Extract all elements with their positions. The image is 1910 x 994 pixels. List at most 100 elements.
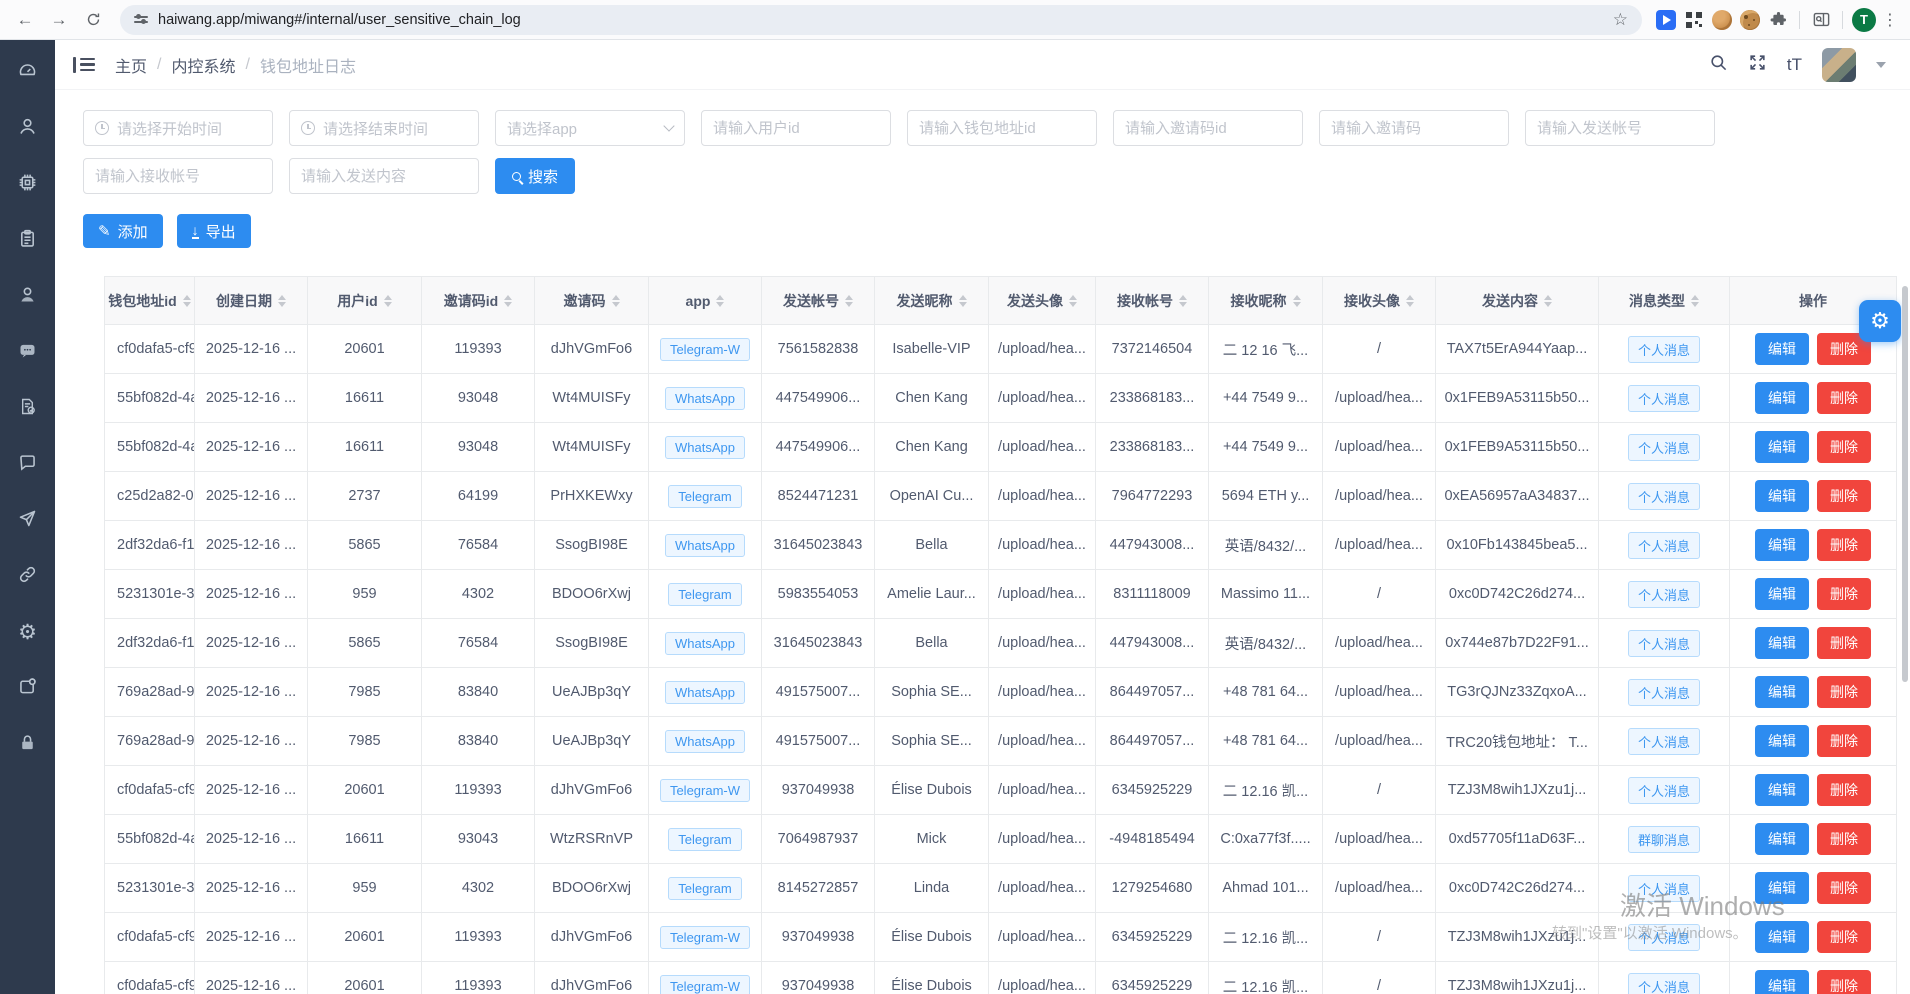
- start-time-input[interactable]: 请选择开始时间: [83, 110, 273, 146]
- sort-icon[interactable]: [716, 295, 724, 307]
- column-header-recv-account[interactable]: 接收帐号: [1096, 277, 1209, 325]
- recv-account-field[interactable]: [83, 158, 273, 194]
- end-time-input[interactable]: 请选择结束时间: [289, 110, 479, 146]
- sidebar-item-doc-check[interactable]: [0, 381, 55, 437]
- user-avatar[interactable]: [1822, 48, 1856, 82]
- edit-button[interactable]: 编辑: [1755, 529, 1809, 561]
- url-text[interactable]: haiwang.app/miwang#/internal/user_sensit…: [158, 12, 1603, 28]
- column-header-send-account[interactable]: 发送帐号: [762, 277, 875, 325]
- sort-icon[interactable]: [1293, 295, 1301, 307]
- search-button[interactable]: 搜索: [495, 158, 575, 194]
- edit-button[interactable]: 编辑: [1755, 872, 1809, 904]
- sort-icon[interactable]: [959, 295, 967, 307]
- sort-icon[interactable]: [1691, 295, 1699, 307]
- column-header-invite-code[interactable]: 邀请码: [535, 277, 649, 325]
- add-button[interactable]: ✎ 添加: [83, 214, 163, 248]
- delete-button[interactable]: 删除: [1817, 872, 1871, 904]
- sidebar-item-chat-dots[interactable]: [0, 325, 55, 381]
- delete-button[interactable]: 删除: [1817, 431, 1871, 463]
- wallet-id-input[interactable]: [919, 120, 1085, 137]
- column-header-send-avatar[interactable]: 发送头像: [989, 277, 1096, 325]
- invite-id-input[interactable]: [1125, 120, 1291, 137]
- column-settings-button[interactable]: ⚙: [1859, 300, 1901, 342]
- delete-button[interactable]: 删除: [1817, 725, 1871, 757]
- edit-button[interactable]: 编辑: [1755, 627, 1809, 659]
- invite-id-field[interactable]: [1113, 110, 1303, 146]
- delete-button[interactable]: 删除: [1817, 921, 1871, 953]
- sort-icon[interactable]: [1406, 295, 1414, 307]
- sidebar-item-gear[interactable]: ⚙: [0, 605, 55, 661]
- delete-button[interactable]: 删除: [1817, 774, 1871, 806]
- sort-icon[interactable]: [504, 295, 512, 307]
- sidebar-item-send[interactable]: [0, 493, 55, 549]
- back-icon[interactable]: ←: [10, 5, 40, 35]
- user-id-input[interactable]: [713, 120, 879, 137]
- sidebar-item-lock[interactable]: [0, 717, 55, 773]
- wallet-id-field[interactable]: [907, 110, 1097, 146]
- chevron-down-icon[interactable]: [1876, 62, 1886, 68]
- edit-button[interactable]: 编辑: [1755, 725, 1809, 757]
- column-header-app[interactable]: app: [649, 277, 762, 325]
- sidebar-item-dashboard[interactable]: [0, 45, 55, 101]
- delete-button[interactable]: 删除: [1817, 823, 1871, 855]
- edit-button[interactable]: 编辑: [1755, 480, 1809, 512]
- export-button[interactable]: ↓ 导出: [177, 214, 251, 248]
- menu-kebab-icon[interactable]: ⋮: [1880, 10, 1900, 30]
- sort-icon[interactable]: [612, 295, 620, 307]
- bookmark-star-icon[interactable]: ☆: [1613, 10, 1628, 30]
- delete-button[interactable]: 删除: [1817, 529, 1871, 561]
- potato-extension-icon[interactable]: [1710, 8, 1734, 32]
- edit-button[interactable]: 编辑: [1755, 921, 1809, 953]
- delete-button[interactable]: 删除: [1817, 578, 1871, 610]
- delete-button[interactable]: 删除: [1817, 382, 1871, 414]
- fullscreen-icon[interactable]: [1748, 53, 1767, 77]
- sort-icon[interactable]: [384, 295, 392, 307]
- sort-icon[interactable]: [845, 295, 853, 307]
- sidebar-item-chip[interactable]: [0, 157, 55, 213]
- sidebar-item-agent[interactable]: [0, 269, 55, 325]
- column-header-recv-nickname[interactable]: 接收昵称: [1209, 277, 1323, 325]
- sort-icon[interactable]: [1069, 295, 1077, 307]
- delete-button[interactable]: 删除: [1817, 480, 1871, 512]
- column-header-send-nickname[interactable]: 发送昵称: [875, 277, 989, 325]
- invite-code-field[interactable]: [1319, 110, 1509, 146]
- column-header-msg-type[interactable]: 消息类型: [1599, 277, 1730, 325]
- qr-extension-icon[interactable]: [1682, 8, 1706, 32]
- sort-icon[interactable]: [1179, 295, 1187, 307]
- app-select[interactable]: 请选择app: [495, 110, 685, 146]
- url-bar[interactable]: haiwang.app/miwang#/internal/user_sensit…: [120, 5, 1642, 35]
- send-account-input[interactable]: [1537, 120, 1703, 137]
- vertical-scrollbar[interactable]: [1902, 286, 1908, 682]
- forward-icon[interactable]: →: [44, 5, 74, 35]
- edit-button[interactable]: 编辑: [1755, 431, 1809, 463]
- sort-icon[interactable]: [183, 295, 191, 307]
- send-content-field[interactable]: [289, 158, 479, 194]
- telegram-extension-icon[interactable]: [1654, 8, 1678, 32]
- search-icon[interactable]: [1709, 53, 1728, 77]
- breadcrumb-home[interactable]: 主页: [115, 53, 147, 77]
- menu-unfold-icon[interactable]: [73, 57, 95, 73]
- sidebar-item-link[interactable]: [0, 549, 55, 605]
- column-header-invite-id[interactable]: 邀请码id: [422, 277, 535, 325]
- column-header-created-date[interactable]: 创建日期: [195, 277, 308, 325]
- send-account-field[interactable]: [1525, 110, 1715, 146]
- invite-code-input[interactable]: [1331, 120, 1497, 137]
- column-header-user-id[interactable]: 用户id: [308, 277, 422, 325]
- sidebar-item-clipboard[interactable]: [0, 213, 55, 269]
- delete-button[interactable]: 删除: [1817, 627, 1871, 659]
- profile-avatar[interactable]: T: [1852, 8, 1876, 32]
- column-header-recv-avatar[interactable]: 接收头像: [1323, 277, 1436, 325]
- edit-button[interactable]: 编辑: [1755, 333, 1809, 365]
- puzzle-extensions-icon[interactable]: [1766, 8, 1790, 32]
- user-id-field[interactable]: [701, 110, 891, 146]
- edit-button[interactable]: 编辑: [1755, 970, 1809, 994]
- sort-icon[interactable]: [278, 295, 286, 307]
- edit-button[interactable]: 编辑: [1755, 823, 1809, 855]
- text-size-icon[interactable]: tT: [1787, 55, 1802, 75]
- delete-button[interactable]: 删除: [1817, 970, 1871, 994]
- column-header-send-content[interactable]: 发送内容: [1436, 277, 1599, 325]
- tune-icon[interactable]: [134, 16, 148, 23]
- reload-icon[interactable]: [78, 5, 108, 35]
- send-content-input[interactable]: [301, 168, 467, 185]
- cookie-extension-icon[interactable]: [1738, 8, 1762, 32]
